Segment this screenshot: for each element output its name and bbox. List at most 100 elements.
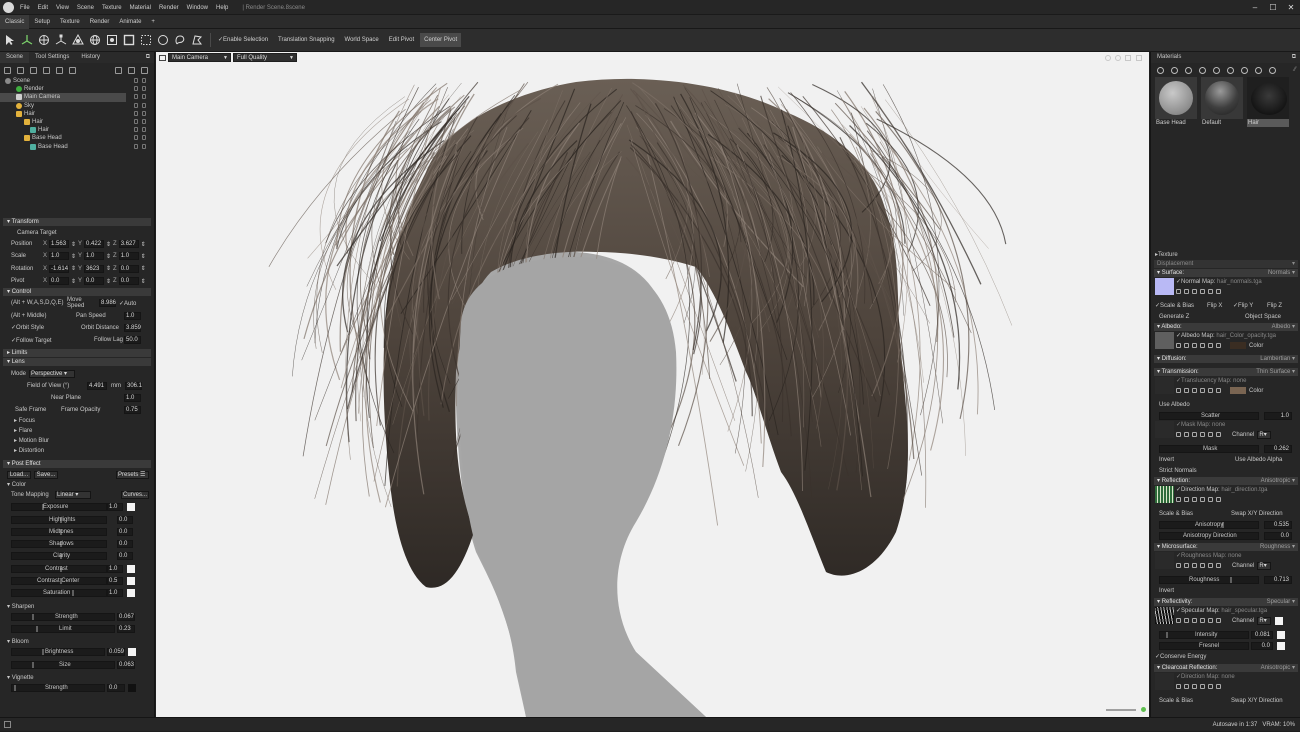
refresh-icon[interactable] bbox=[1208, 343, 1213, 348]
add-group-icon[interactable] bbox=[56, 66, 63, 74]
visibility-icon[interactable] bbox=[142, 94, 146, 100]
cc-scale-bias-checkbox[interactable]: Scale & Bias bbox=[1155, 698, 1231, 704]
cc-swap-xy-checkbox[interactable]: Swap X/Y Direction bbox=[1231, 698, 1283, 704]
polygon-select-icon[interactable] bbox=[190, 33, 204, 47]
new-material-icon[interactable] bbox=[1157, 66, 1164, 74]
viewport-option-icon[interactable] bbox=[1105, 55, 1111, 61]
refresh-icon[interactable] bbox=[1208, 289, 1213, 294]
object-space-checkbox[interactable]: Object Space bbox=[1245, 314, 1281, 320]
flip-y-checkbox[interactable]: ✓Flip Y bbox=[1233, 302, 1267, 309]
sharpen-subheader[interactable]: ▾ Sharpen bbox=[3, 603, 151, 611]
flare-subheader[interactable]: ▸ Flare bbox=[3, 427, 151, 435]
maximize-icon[interactable]: ☐ bbox=[1264, 0, 1282, 15]
specular-color-swatch[interactable] bbox=[1275, 616, 1284, 625]
translucency-map-thumbnail[interactable] bbox=[1155, 377, 1174, 394]
limits-header[interactable]: ▸ Limits bbox=[3, 349, 151, 358]
add-shape-icon[interactable] bbox=[43, 66, 50, 74]
refresh-icon[interactable] bbox=[1208, 618, 1213, 623]
refresh-icon[interactable] bbox=[1208, 432, 1213, 437]
search-icon[interactable] bbox=[1184, 497, 1189, 502]
search-icon[interactable] bbox=[1184, 289, 1189, 294]
close-icon[interactable] bbox=[1216, 388, 1221, 393]
refresh-icon[interactable] bbox=[1255, 66, 1262, 74]
visibility-icon[interactable] bbox=[142, 135, 146, 141]
edit-icon[interactable] bbox=[1200, 388, 1205, 393]
world-space-toggle[interactable]: World Space bbox=[341, 33, 383, 47]
post-effect-header[interactable]: ▾ Post Effect bbox=[3, 459, 151, 468]
viewport-option-icon[interactable] bbox=[1115, 55, 1121, 61]
roughness-invert-checkbox[interactable]: Invert bbox=[1151, 585, 1300, 596]
albedo-color-swatch[interactable] bbox=[1230, 342, 1246, 349]
gear-icon[interactable] bbox=[1176, 343, 1181, 348]
contrast-color-swatch[interactable] bbox=[127, 564, 135, 573]
swap-xy-checkbox[interactable]: Swap X/Y Direction bbox=[1231, 511, 1283, 517]
albedo-header[interactable]: ▾ Albedo: Albedo ▾ bbox=[1154, 323, 1298, 331]
translation-snapping-toggle[interactable]: Translation Snapping bbox=[274, 33, 338, 47]
select-arrow-icon[interactable] bbox=[3, 33, 17, 47]
scatter-field[interactable]: 1.0 bbox=[1264, 411, 1292, 420]
tab-texture[interactable]: Texture bbox=[55, 15, 85, 29]
lens-header[interactable]: ▾ Lens bbox=[3, 358, 151, 367]
edit-icon[interactable] bbox=[1200, 289, 1205, 294]
duplicate-icon[interactable] bbox=[128, 66, 135, 74]
add-object-icon[interactable] bbox=[4, 66, 11, 74]
folder-icon[interactable] bbox=[1213, 66, 1220, 74]
albedo-map-thumbnail[interactable] bbox=[1155, 332, 1174, 349]
close-icon[interactable]: ✕ bbox=[1282, 0, 1300, 15]
delete-icon[interactable] bbox=[141, 66, 148, 74]
move-speed-field[interactable]: 8.986 bbox=[99, 299, 116, 308]
tab-scene[interactable]: Scene bbox=[0, 52, 30, 63]
mask-map-thumbnail[interactable] bbox=[1155, 421, 1174, 438]
direction-map-thumbnail[interactable] bbox=[1155, 486, 1174, 503]
color-subheader[interactable]: ▾ Color bbox=[3, 481, 151, 489]
roughness-field[interactable]: 0.713 bbox=[1264, 575, 1292, 584]
motion-blur-subheader[interactable]: ▸ Motion Blur bbox=[3, 437, 151, 445]
position-y-field[interactable]: 0.422 bbox=[84, 240, 105, 249]
paint-icon[interactable] bbox=[1192, 563, 1197, 568]
rotate-gizmo-icon[interactable] bbox=[37, 33, 51, 47]
close-icon[interactable] bbox=[1216, 497, 1221, 502]
channel-dropdown[interactable]: R▾ bbox=[1257, 616, 1272, 625]
menu-help[interactable]: Help bbox=[216, 5, 228, 11]
gear-icon[interactable] bbox=[1176, 432, 1181, 437]
snap-target-icon[interactable] bbox=[105, 33, 119, 47]
follow-lag-field[interactable]: 50.0 bbox=[124, 336, 141, 345]
tab-history[interactable]: History bbox=[75, 52, 106, 63]
transform-tool-icon[interactable] bbox=[71, 33, 85, 47]
minimize-icon[interactable]: – bbox=[1246, 0, 1264, 15]
visibility-icon[interactable] bbox=[142, 118, 146, 124]
camera-target-row[interactable]: Camera Target bbox=[3, 227, 151, 238]
exposure-color-swatch[interactable] bbox=[127, 503, 135, 512]
bloom-color-swatch[interactable] bbox=[128, 648, 136, 657]
close-icon[interactable] bbox=[1216, 289, 1221, 294]
lasso-select-icon[interactable] bbox=[173, 33, 187, 47]
paint-icon[interactable] bbox=[1192, 432, 1197, 437]
search-icon[interactable] bbox=[1184, 563, 1189, 568]
scale-z-field[interactable]: 1.0 bbox=[118, 252, 139, 261]
refresh-icon[interactable] bbox=[1208, 388, 1213, 393]
visibility-icon[interactable] bbox=[142, 127, 146, 133]
add-mesh-icon[interactable] bbox=[69, 66, 76, 74]
close-icon[interactable] bbox=[1216, 684, 1221, 689]
contrast-center-field[interactable]: 0.5 bbox=[107, 577, 123, 586]
menu-view[interactable]: View bbox=[56, 5, 69, 11]
world-gizmo-icon[interactable] bbox=[88, 33, 102, 47]
visibility-icon[interactable] bbox=[142, 110, 146, 116]
saturation-color-swatch[interactable] bbox=[127, 589, 135, 598]
exposure-field[interactable]: 1.0 bbox=[107, 503, 123, 512]
lock-icon[interactable] bbox=[134, 102, 138, 108]
intensity-color-swatch[interactable] bbox=[1277, 630, 1285, 639]
tree-item-base-head[interactable]: Base Head bbox=[0, 134, 154, 142]
paint-icon[interactable] bbox=[1192, 618, 1197, 623]
gear-icon[interactable] bbox=[1176, 563, 1181, 568]
viewport-menu-icon[interactable] bbox=[159, 55, 166, 61]
delete-material-icon[interactable] bbox=[1185, 66, 1192, 74]
anisotropy-direction-field[interactable]: 0.0 bbox=[1264, 531, 1292, 540]
contrast-field[interactable]: 1.0 bbox=[107, 564, 123, 573]
edit-icon[interactable] bbox=[1200, 432, 1205, 437]
frame-opacity-field[interactable]: 0.75 bbox=[124, 406, 141, 415]
render-view[interactable] bbox=[156, 52, 1149, 717]
lock-icon[interactable] bbox=[134, 78, 138, 83]
shadows-field[interactable]: 0.0 bbox=[117, 540, 133, 549]
enable-selection-toggle[interactable]: ✓Enable Selection bbox=[214, 33, 272, 47]
